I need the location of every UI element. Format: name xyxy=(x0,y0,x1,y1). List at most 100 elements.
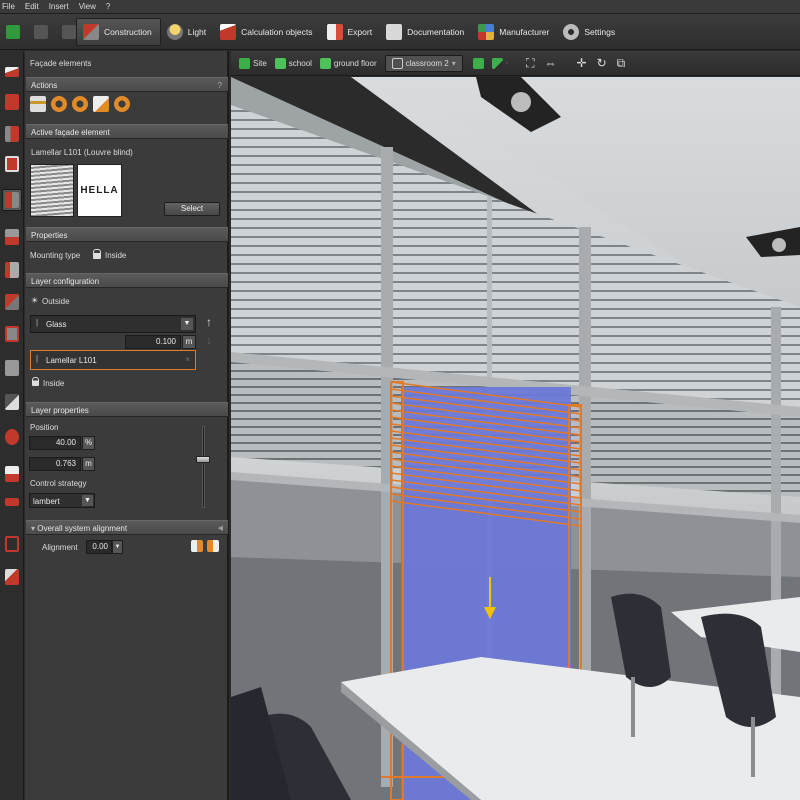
documentation-icon xyxy=(386,23,403,40)
position-label: Position xyxy=(30,423,59,432)
tab-documentation[interactable]: Documentation xyxy=(380,18,472,46)
tool-section-button[interactable] xyxy=(2,463,22,485)
tab-calculation-objects[interactable]: Calculation objects xyxy=(214,18,320,46)
cube-view-button[interactable] xyxy=(472,57,484,69)
floorplan-icon xyxy=(491,57,503,69)
align-left-icon[interactable] xyxy=(191,540,203,552)
tool-furniture-button[interactable] xyxy=(2,357,22,379)
undo-icon[interactable] xyxy=(34,24,48,39)
breadcrumb-room[interactable]: classroom 2 ▾ xyxy=(384,54,463,72)
help-icon[interactable]: ? xyxy=(218,78,222,93)
object-tool-icon xyxy=(5,326,19,342)
breadcrumb-floor[interactable]: ground floor xyxy=(319,57,377,69)
actions-title: Actions xyxy=(31,81,58,90)
position-slider-track[interactable] xyxy=(202,426,205,508)
tab-light-label: Light xyxy=(187,26,207,37)
inside-label: Inside xyxy=(43,379,65,388)
tab-settings[interactable]: Settings xyxy=(557,18,623,46)
actions-header[interactable]: Actions ? xyxy=(26,77,228,92)
tab-export[interactable]: Export xyxy=(321,18,381,46)
redo-icon[interactable] xyxy=(62,24,76,39)
tool-object-button[interactable] xyxy=(2,323,22,345)
section-tool-icon xyxy=(5,466,19,482)
tool-stairs-button[interactable] xyxy=(2,391,22,413)
list-icon[interactable] xyxy=(30,96,46,112)
select-button[interactable]: Select xyxy=(164,202,220,216)
layer-properties-header: Layer properties xyxy=(26,402,228,417)
position-meter-unit: m xyxy=(82,457,95,471)
tool-roof-button[interactable] xyxy=(2,226,22,248)
cube-view-icon xyxy=(472,57,484,69)
breadcrumb-school[interactable]: school xyxy=(274,57,312,69)
pin-icon[interactable]: ◀ xyxy=(218,521,223,536)
tool-site-button[interactable] xyxy=(2,61,22,83)
refresh-icon[interactable] xyxy=(51,96,67,112)
alignment-header[interactable]: ▾ Overall system alignment ◀ xyxy=(26,520,228,535)
menu-view[interactable]: View xyxy=(79,2,96,11)
control-strategy-select[interactable]: lambert ▼ xyxy=(29,493,95,508)
align-right-icon[interactable] xyxy=(207,540,219,552)
floorplan-view-button[interactable]: · xyxy=(491,57,508,69)
site-icon xyxy=(239,57,250,69)
tab-manufacturer[interactable]: Manufacturer xyxy=(472,18,557,46)
alignment-dropdown-icon[interactable]: ▼ xyxy=(112,540,123,554)
position-slider-thumb[interactable] xyxy=(196,455,210,463)
menu-insert[interactable]: Insert xyxy=(49,2,69,11)
control-chevron-icon[interactable]: ▼ xyxy=(82,495,93,506)
tool-window-button[interactable] xyxy=(2,153,22,175)
chevron-down-icon[interactable]: ▼ xyxy=(181,318,193,330)
tool-strip xyxy=(0,51,24,800)
alignment-input[interactable]: 0.00 xyxy=(86,540,112,554)
room-dropdown-icon[interactable]: ▾ xyxy=(452,59,456,68)
column-tool-icon xyxy=(5,262,19,278)
rotate-view-icon[interactable]: ↻ xyxy=(597,56,607,70)
tab-manufacturer-label: Manufacturer xyxy=(499,26,550,37)
fit-width-icon[interactable]: ⇔ xyxy=(545,56,557,70)
pan-icon[interactable]: ✛ xyxy=(577,56,587,70)
tool-dimension-button[interactable] xyxy=(2,566,22,588)
menu-help[interactable]: ? xyxy=(106,2,110,11)
sync-icon[interactable] xyxy=(72,96,88,112)
breadcrumb-site[interactable]: Site xyxy=(239,57,267,69)
save-icon[interactable] xyxy=(6,24,20,39)
menu-edit[interactable]: Edit xyxy=(25,2,39,11)
tab-construction[interactable]: Construction xyxy=(76,17,161,46)
frame-tool-icon xyxy=(5,536,19,552)
tab-light[interactable]: Light xyxy=(161,18,214,46)
control-strategy-value: lambert xyxy=(33,497,60,506)
glass-thickness-input[interactable]: 0.100 xyxy=(125,335,181,349)
tool-rotate-button[interactable] xyxy=(2,426,22,448)
zoom-extents-icon[interactable]: ⛶ xyxy=(526,56,534,71)
position-percent-input[interactable]: 40.00 xyxy=(29,436,81,450)
glass-layer-select[interactable]: | Glass ▼ xyxy=(30,315,196,333)
reload-icon[interactable] xyxy=(114,96,130,112)
lamellar-layer-row[interactable]: | Lamellar L101 × xyxy=(30,350,196,370)
layer-config-header: Layer configuration xyxy=(26,273,228,288)
breadcrumb-room-label: classroom 2 xyxy=(405,58,449,68)
position-meter-input[interactable]: 0.763 xyxy=(29,457,81,471)
tool-building-button[interactable] xyxy=(2,91,22,113)
inside-lock-icon xyxy=(32,377,39,386)
zoom-window-icon[interactable]: ⧉ xyxy=(617,56,626,71)
alignment-title: Overall system alignment xyxy=(37,524,128,533)
site-tool-icon xyxy=(5,67,19,77)
tool-measure-button[interactable] xyxy=(2,491,22,513)
roof-tool-icon xyxy=(5,229,19,245)
tool-cube-button[interactable] xyxy=(2,291,22,313)
3d-viewport[interactable] xyxy=(231,77,800,800)
layer-config-title: Layer configuration xyxy=(31,277,100,286)
tool-facade-button[interactable] xyxy=(2,189,22,211)
tool-frame-button[interactable] xyxy=(2,533,22,555)
tool-column-button[interactable] xyxy=(2,259,22,281)
breadcrumb-site-label: Site xyxy=(253,58,267,68)
menu-file[interactable]: File xyxy=(2,2,15,11)
move-up-icon[interactable]: ↑ xyxy=(206,315,212,329)
tool-wall-button[interactable] xyxy=(2,123,22,145)
cube-tool-icon xyxy=(5,294,19,310)
remove-layer-icon[interactable]: × xyxy=(185,355,190,364)
room-icon xyxy=(391,57,403,69)
properties-title: Properties xyxy=(31,231,68,240)
mounting-type-value[interactable]: Inside xyxy=(105,251,126,260)
new-document-icon[interactable] xyxy=(93,96,109,112)
move-down-icon[interactable]: ↓ xyxy=(206,333,212,347)
